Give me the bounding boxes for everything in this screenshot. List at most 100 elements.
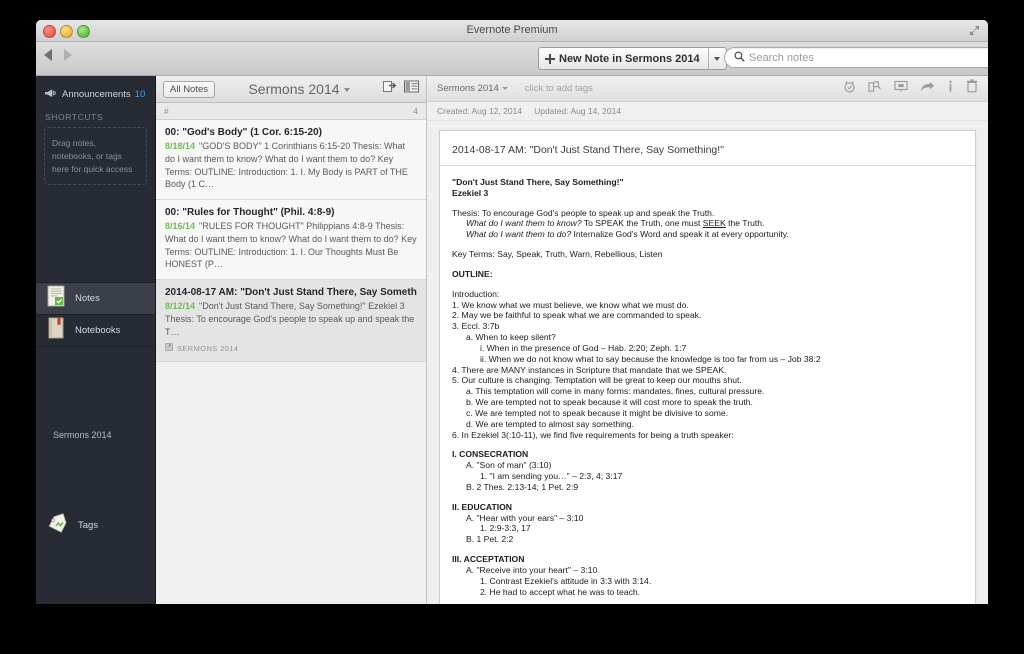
sort-column-label[interactable]: # <box>164 106 169 116</box>
new-note-dropdown-button[interactable] <box>707 48 726 69</box>
sidebar-item-notes[interactable]: Notes <box>36 283 155 316</box>
content-section-heading: I. CONSECRATION <box>452 449 529 460</box>
fullscreen-icon[interactable] <box>969 25 980 36</box>
content-outline-line: 1. 2:9-3:3, 17 <box>480 523 531 534</box>
note-item-title: 2014-08-17 AM: "Don't Just Stand There, … <box>165 287 417 299</box>
new-note-button-main[interactable]: New Note in Sermons 2014 <box>539 48 708 69</box>
content-outline-line: 3. Eccl. 3:7b <box>452 321 500 332</box>
content-outline-line: d. We are tempted to almost say somethin… <box>466 418 634 429</box>
note-list-title-text: Sermons 2014 <box>248 81 340 97</box>
sidebar-notebook-sermons-2014[interactable]: Sermons 2014 <box>36 430 155 440</box>
note-updated-date: Updated: Aug 14, 2014 <box>534 106 622 116</box>
back-arrow-icon[interactable] <box>44 49 52 61</box>
note-notebook-label: Sermons 2014 <box>437 83 499 94</box>
presentation-icon[interactable] <box>894 80 908 98</box>
sidebar-item-notes-label: Notes <box>75 293 100 305</box>
note-list-title[interactable]: Sermons 2014 <box>215 81 383 97</box>
new-note-label: New Note in Sermons 2014 <box>559 52 700 65</box>
shortcuts-header: SHORTCUTS <box>45 112 104 122</box>
plus-icon <box>545 53 555 64</box>
content-outline-line: A. "Hear with your ears" – 3:10 <box>466 512 584 523</box>
note-title: 2014-08-17 AM: "Don't Just Stand There, … <box>452 144 724 156</box>
note-list-item[interactable]: 00: "God's Body" (1 Cor. 6:15-20) 8/18/1… <box>156 120 426 201</box>
list-view-options-icon[interactable] <box>404 80 419 98</box>
close-window-button[interactable] <box>43 25 56 38</box>
forward-arrow-icon[interactable] <box>64 49 72 61</box>
chevron-down-icon <box>714 56 721 61</box>
note-created-date: Created: Aug 12, 2014 <box>437 106 523 116</box>
main-toolbar: New Note in Sermons 2014 <box>36 42 988 76</box>
chevron-down-icon <box>343 88 350 93</box>
note-notebook-chip[interactable]: Sermons 2014 <box>437 83 508 94</box>
content-q1-rest-a: To SPEAK the Truth, one must <box>581 218 703 229</box>
content-q2-rest: Internalize God's Word and speak it at e… <box>571 229 789 240</box>
content-question-2: What do I want them to do? Internalize G… <box>452 229 963 240</box>
content-outline-line: c. We are tempted not to speak because i… <box>466 407 729 418</box>
note-list-header-icons <box>383 80 419 98</box>
content-outline-line: B. 2 Thes. 2:13-14; 1 Pet. 2:9 <box>466 481 579 492</box>
new-note-in-notebook-icon[interactable] <box>383 80 397 98</box>
note-list-scroll[interactable]: 00: "God's Body" (1 Cor. 6:15-20) 8/18/1… <box>156 120 426 604</box>
content-outline-label: OUTLINE: <box>452 268 493 279</box>
content-outline-line: ii. When we do not know what to say beca… <box>480 353 821 364</box>
reminder-alarm-icon[interactable] <box>843 80 856 98</box>
notebooks-icon <box>47 317 66 344</box>
note-item-snippet: "RULES FOR THOUGHT" Philippians 4:8-9 Th… <box>165 221 417 270</box>
content-q2-italic: What do I want them to do? <box>466 229 572 240</box>
content-section-heading: II. EDUCATION <box>452 501 512 512</box>
info-icon[interactable] <box>947 80 954 98</box>
navigation-arrows <box>44 49 72 61</box>
share-icon[interactable] <box>920 80 935 98</box>
content-thesis: Thesis: To encourage God's people to spe… <box>452 207 715 218</box>
content-outline-line: a. This temptation will come in many for… <box>466 386 765 397</box>
sidebar-item-announcements[interactable]: Announcements 10 <box>36 76 155 110</box>
announcements-count: 10 <box>134 88 146 100</box>
trash-icon[interactable] <box>966 79 978 98</box>
minimize-window-button[interactable] <box>60 25 73 38</box>
content-outline-line: 4. There are MANY instances in Scripture… <box>452 364 727 375</box>
context-research-icon[interactable]: a <box>868 79 882 98</box>
zoom-window-button[interactable] <box>77 25 90 38</box>
note-list-panel: All Notes Sermons 2014 # 4 00: "God's Bo… <box>156 76 427 604</box>
all-notes-button[interactable]: All Notes <box>163 80 216 98</box>
svg-text:a: a <box>877 80 880 84</box>
content-heading-title: "Don't Just Stand There, Say Something!" <box>452 177 624 187</box>
shortcuts-dropzone[interactable]: Drag notes, notebooks, or tags here for … <box>44 127 147 186</box>
note-editor-panel: Sermons 2014 click to add tags a Created… <box>427 76 988 604</box>
note-list-sort-bar: # 4 <box>156 103 426 120</box>
note-list-item[interactable]: 00: "Rules for Thought" (Phil. 4:8-9) 8/… <box>156 200 426 281</box>
content-intro-items: 1. We know what we must believe, we know… <box>452 300 963 441</box>
content-outline-line: 2. He had to accept what he was to teach… <box>480 586 641 597</box>
sidebar-item-tags[interactable]: Tags <box>36 511 155 539</box>
traffic-lights <box>43 25 90 38</box>
note-content-body[interactable]: "Don't Just Stand There, Say Something!"… <box>440 166 975 604</box>
note-item-notebook-label: SERMONS 2014 <box>177 343 239 353</box>
content-question-1: What do I want them to know? To SPEAK th… <box>452 218 963 229</box>
tags-icon <box>47 512 69 538</box>
title-bar: Evernote Premium <box>36 20 988 42</box>
sidebar-item-tags-label: Tags <box>78 519 99 531</box>
note-item-notebook: SERMONS 2014 <box>165 343 417 353</box>
note-list-item-selected[interactable]: 2014-08-17 AM: "Don't Just Stand There, … <box>156 280 426 363</box>
sidebar-item-notebooks-label: Notebooks <box>75 325 121 337</box>
note-paper: 2014-08-17 AM: "Don't Just Stand There, … <box>439 130 976 604</box>
new-note-button[interactable]: New Note in Sermons 2014 <box>538 47 727 70</box>
note-dates-bar: Created: Aug 12, 2014 Updated: Aug 14, 2… <box>427 102 988 121</box>
note-canvas: 2014-08-17 AM: "Don't Just Stand There, … <box>427 121 988 604</box>
evernote-window: Evernote Premium New Note in Sermons 201… <box>36 20 988 604</box>
search-box[interactable] <box>724 47 988 68</box>
window-body: Announcements 10 SHORTCUTS Drag notes, n… <box>36 76 988 604</box>
search-input[interactable] <box>749 51 988 64</box>
note-item-title: 00: "Rules for Thought" (Phil. 4:8-9) <box>165 207 335 219</box>
note-item-date: 8/18/14 <box>165 141 196 151</box>
content-outline-line: 1. Contrast Ezekiel's attitude in 3:3 wi… <box>480 575 652 586</box>
note-count: 4 <box>413 106 418 116</box>
add-tags-field[interactable]: click to add tags <box>525 83 593 94</box>
note-title-row[interactable]: 2014-08-17 AM: "Don't Just Stand There, … <box>440 131 975 166</box>
note-item-preview: 8/18/14 "GOD'S BODY" 1 Corinthians 6:15-2… <box>165 140 417 191</box>
sidebar-item-notebooks[interactable]: Notebooks <box>36 315 155 348</box>
